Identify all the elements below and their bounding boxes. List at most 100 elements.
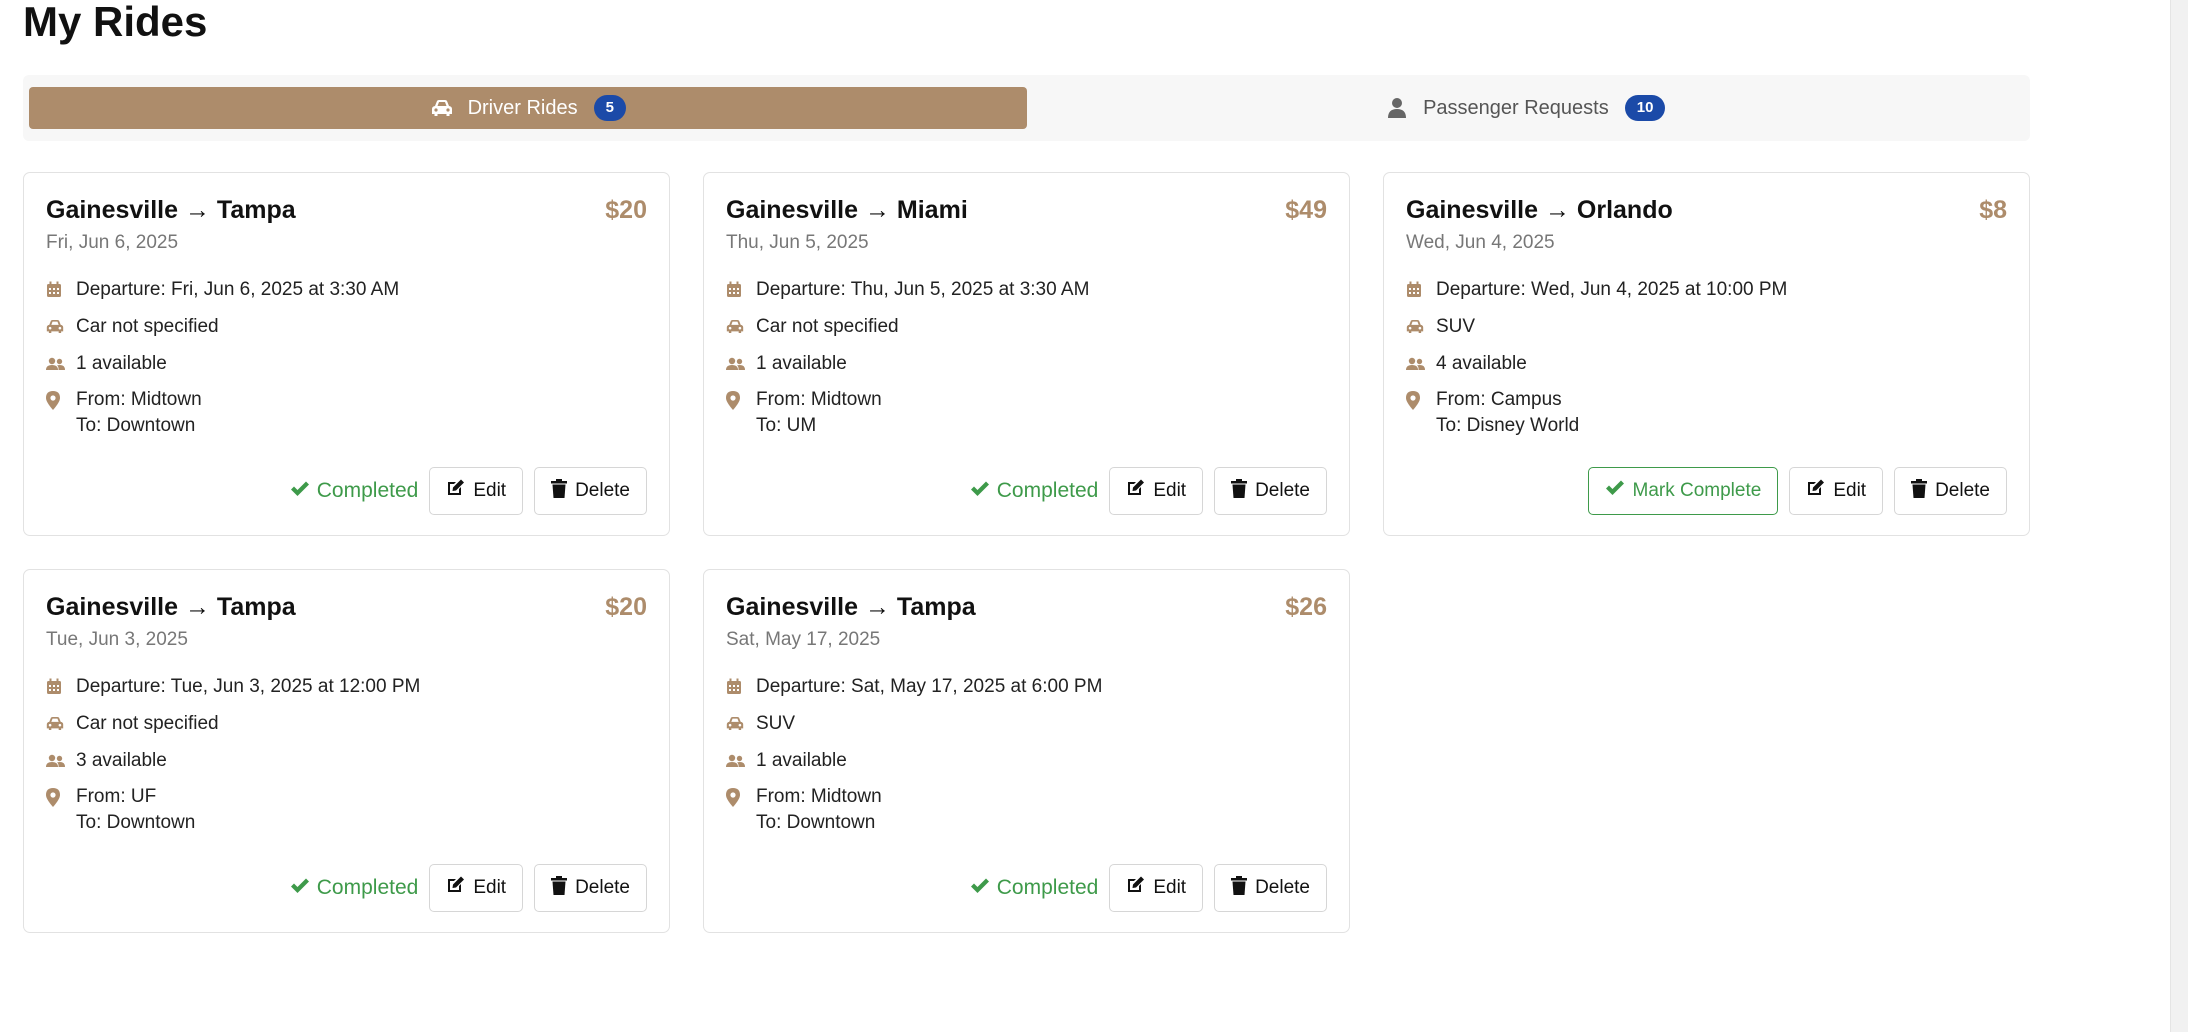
trash-icon xyxy=(551,478,568,504)
departure-row: Departure: Thu, Jun 5, 2025 at 3:30 AM xyxy=(726,276,1327,303)
seats-row: 4 available xyxy=(1406,350,2007,377)
completed-status: Completed xyxy=(290,479,419,503)
users-icon xyxy=(726,350,748,377)
to-text: To: Disney World xyxy=(1436,415,1580,436)
checkmark-icon xyxy=(290,479,310,503)
completed-status: Completed xyxy=(970,479,1099,503)
location-row: From: UF To: Downtown xyxy=(46,784,647,836)
car-text: Car not specified xyxy=(76,713,219,734)
ride-date: Wed, Jun 4, 2025 xyxy=(1406,232,1555,253)
ride-card: Gainesville → Orlando $8 Wed, Jun 4, 202… xyxy=(1383,172,2030,536)
calendar-icon xyxy=(46,276,68,303)
calendar-icon xyxy=(726,673,748,700)
to-text: To: Downtown xyxy=(76,415,196,436)
to-text: To: UM xyxy=(756,415,817,436)
car-row: Car not specified xyxy=(46,710,647,737)
departure-text: Departure: Fri, Jun 6, 2025 at 3:30 AM xyxy=(76,279,400,300)
from-text: From: Midtown xyxy=(756,389,882,410)
delete-button[interactable]: Delete xyxy=(534,864,647,912)
car-text: Car not specified xyxy=(76,316,219,337)
calendar-icon xyxy=(726,276,748,303)
departure-text: Departure: Sat, May 17, 2025 at 6:00 PM xyxy=(756,676,1103,697)
ride-card: Gainesville → Tampa $20 Fri, Jun 6, 2025… xyxy=(23,172,670,536)
car-text: SUV xyxy=(756,713,796,734)
ride-card-grid: Gainesville → Tampa $20 Fri, Jun 6, 2025… xyxy=(23,172,2030,933)
edit-label: Edit xyxy=(1153,480,1187,501)
tab-passenger-requests[interactable]: Passenger Requests 10 xyxy=(1027,87,2025,129)
checkmark-icon xyxy=(1605,480,1625,502)
status-label: Completed xyxy=(996,876,1099,899)
map-pin-icon xyxy=(46,387,68,414)
delete-button[interactable]: Delete xyxy=(1894,467,2007,515)
edit-button[interactable]: Edit xyxy=(1789,467,1884,515)
checkmark-icon xyxy=(290,876,310,900)
to-text: To: Downtown xyxy=(76,812,196,833)
status-label: Completed xyxy=(316,876,419,899)
car-icon xyxy=(46,313,68,340)
edit-icon xyxy=(1126,479,1145,503)
calendar-icon xyxy=(46,673,68,700)
ride-route: Gainesville → Tampa xyxy=(46,196,296,224)
mark-complete-label: Mark Complete xyxy=(1632,480,1762,501)
ride-card: Gainesville → Miami $49 Thu, Jun 5, 2025… xyxy=(703,172,1350,536)
car-icon xyxy=(430,97,454,119)
ride-price: $49 xyxy=(1285,196,1327,224)
delete-label: Delete xyxy=(575,480,630,501)
car-row: SUV xyxy=(726,710,1327,737)
edit-button[interactable]: Edit xyxy=(429,864,524,912)
car-text: Car not specified xyxy=(756,316,899,337)
scrollbar-track[interactable] xyxy=(2170,0,2188,1032)
ride-date: Tue, Jun 3, 2025 xyxy=(46,629,188,650)
count-badge: 5 xyxy=(593,95,626,121)
ride-date: Thu, Jun 5, 2025 xyxy=(726,232,869,253)
completed-status: Completed xyxy=(970,876,1099,900)
count-badge: 10 xyxy=(1624,95,1666,121)
status-label: Completed xyxy=(316,479,419,502)
location-row: From: Midtown To: UM xyxy=(726,387,1327,439)
edit-button[interactable]: Edit xyxy=(1109,467,1204,515)
delete-button[interactable]: Delete xyxy=(1214,467,1327,515)
departure-text: Departure: Tue, Jun 3, 2025 at 12:00 PM xyxy=(76,676,421,697)
trash-icon xyxy=(1911,478,1928,504)
car-icon xyxy=(46,710,68,737)
edit-label: Edit xyxy=(1153,877,1187,898)
edit-button[interactable]: Edit xyxy=(1109,864,1204,912)
delete-button[interactable]: Delete xyxy=(1214,864,1327,912)
tab-driver-rides[interactable]: Driver Rides 5 xyxy=(29,87,1027,129)
from-text: From: Campus xyxy=(1436,389,1562,410)
seats-row: 1 available xyxy=(726,350,1327,377)
car-icon xyxy=(726,710,748,737)
checkmark-icon xyxy=(970,876,990,900)
delete-button[interactable]: Delete xyxy=(534,467,647,515)
seats-text: 1 available xyxy=(756,353,847,374)
location-row: From: Midtown To: Downtown xyxy=(726,784,1327,836)
trash-icon xyxy=(1231,875,1248,901)
car-icon xyxy=(1406,313,1428,340)
mark-complete-button[interactable]: Mark Complete xyxy=(1587,467,1779,515)
ride-route: Gainesville → Miami xyxy=(726,196,968,224)
tab-label: Passenger Requests xyxy=(1423,96,1609,119)
map-pin-icon xyxy=(1406,387,1428,414)
to-text: To: Downtown xyxy=(756,812,876,833)
ride-date: Sat, May 17, 2025 xyxy=(726,629,881,650)
car-row: Car not specified xyxy=(46,313,647,340)
users-icon xyxy=(46,747,68,774)
ride-price: $20 xyxy=(605,593,647,621)
edit-button[interactable]: Edit xyxy=(429,467,524,515)
map-pin-icon xyxy=(726,387,748,414)
map-pin-icon xyxy=(726,784,748,811)
edit-icon xyxy=(1126,876,1145,900)
status-label: Completed xyxy=(996,479,1099,502)
from-text: From: UF xyxy=(76,786,157,807)
delete-label: Delete xyxy=(575,877,630,898)
edit-label: Edit xyxy=(473,877,507,898)
users-icon xyxy=(46,350,68,377)
ride-route: Gainesville → Orlando xyxy=(1406,196,1673,224)
completed-status: Completed xyxy=(290,876,419,900)
seats-row: 1 available xyxy=(726,747,1327,774)
edit-icon xyxy=(1806,479,1825,503)
car-icon xyxy=(726,313,748,340)
users-icon xyxy=(726,747,748,774)
departure-row: Departure: Sat, May 17, 2025 at 6:00 PM xyxy=(726,673,1327,700)
seats-row: 1 available xyxy=(46,350,647,377)
